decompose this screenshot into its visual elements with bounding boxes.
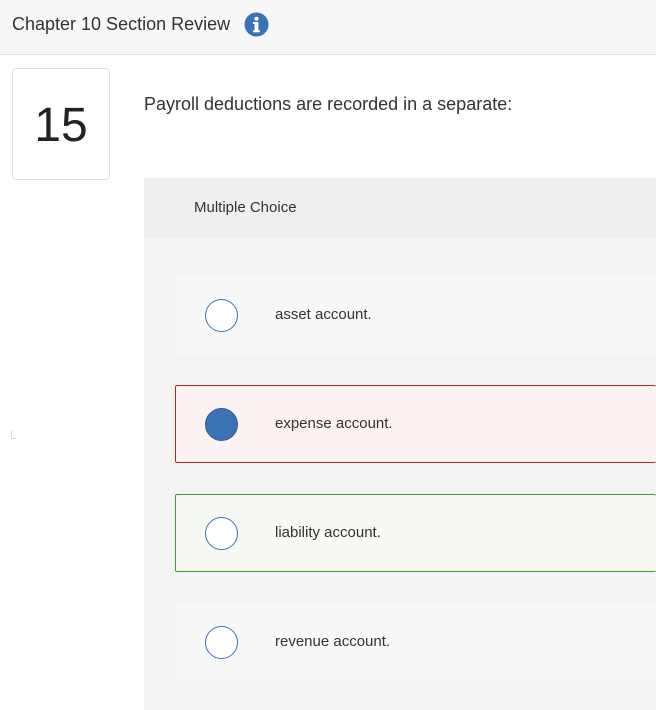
option-label: asset account.	[275, 306, 372, 323]
option-label: expense account.	[275, 415, 393, 432]
answer-type-label: Multiple Choice	[194, 199, 297, 216]
option-liability-account[interactable]: liability account.	[175, 494, 656, 572]
question-number-card: 15	[12, 68, 110, 180]
option-asset-account[interactable]: asset account.	[175, 276, 656, 354]
divider-mark	[11, 430, 16, 439]
answer-panel: Multiple Choice asset account. expense a…	[144, 178, 656, 710]
option-label: liability account.	[275, 524, 381, 541]
info-icon[interactable]	[244, 12, 269, 37]
page-title: Chapter 10 Section Review	[12, 14, 231, 34]
radio-button[interactable]	[205, 517, 238, 550]
question-prompt: Payroll deductions are recorded in a sep…	[144, 94, 513, 114]
header-bar: Chapter 10 Section Review	[0, 0, 656, 55]
radio-button-selected[interactable]	[205, 408, 238, 441]
option-label: revenue account.	[275, 633, 391, 650]
radio-button[interactable]	[205, 299, 238, 332]
question-number: 15	[34, 99, 88, 152]
option-expense-account[interactable]: expense account.	[175, 385, 656, 463]
answer-type-header: Multiple Choice	[144, 178, 656, 238]
option-revenue-account[interactable]: revenue account.	[175, 603, 656, 681]
page: Chapter 10 Section Review 15 Payroll ded…	[0, 0, 656, 710]
radio-button[interactable]	[205, 626, 238, 659]
